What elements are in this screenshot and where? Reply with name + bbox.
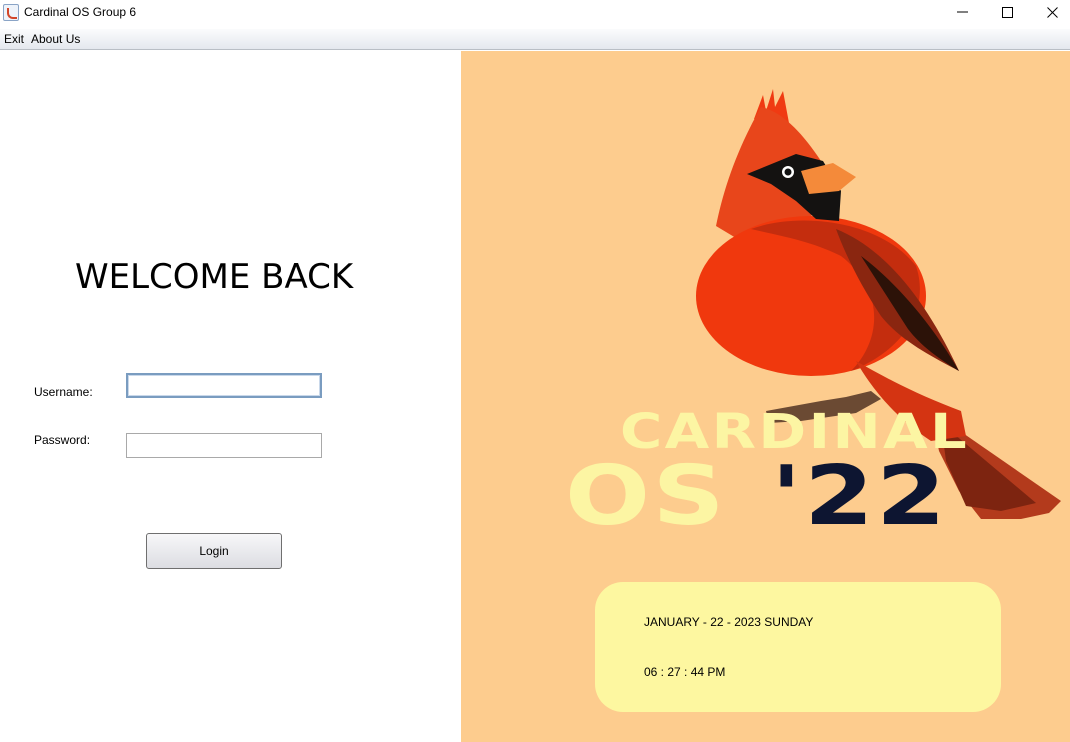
minimize-button[interactable] (940, 0, 986, 27)
login-button[interactable]: Login (146, 533, 282, 569)
password-label: Password: (34, 433, 91, 447)
clock-panel: JANUARY - 22 - 2023 SUNDAY 06 : 27 : 44 … (595, 582, 1001, 712)
brand-word-os: OS (565, 449, 727, 544)
current-time: 06 : 27 : 44 PM (644, 665, 726, 679)
brand-word-year: '22 (771, 449, 949, 544)
username-label: Username: (34, 385, 93, 399)
title-bar: Cardinal OS Group 6 (0, 0, 1070, 27)
close-icon (1047, 7, 1058, 18)
password-field[interactable] (126, 433, 322, 458)
window-title: Cardinal OS Group 6 (24, 5, 137, 19)
current-date: JANUARY - 22 - 2023 SUNDAY (644, 615, 814, 629)
welcome-heading: WELCOME BACK (75, 257, 354, 297)
cardinal-bird-illustration (696, 89, 1061, 519)
maximize-icon (1002, 7, 1013, 18)
menu-about-us[interactable]: About Us (31, 32, 80, 46)
menu-bar: Exit About Us (0, 29, 1070, 50)
eye-pupil (784, 168, 792, 176)
login-panel: WELCOME BACK Username: Password: Login (0, 51, 461, 742)
maximize-button[interactable] (985, 0, 1031, 27)
minimize-icon (957, 11, 968, 13)
close-button[interactable] (1030, 0, 1070, 27)
menu-exit[interactable]: Exit (4, 32, 24, 46)
username-field[interactable] (126, 373, 322, 398)
java-app-icon (3, 4, 19, 21)
branding-panel: CARDINAL OS '22 JANUARY - 22 - 2023 SUND… (461, 51, 1070, 742)
